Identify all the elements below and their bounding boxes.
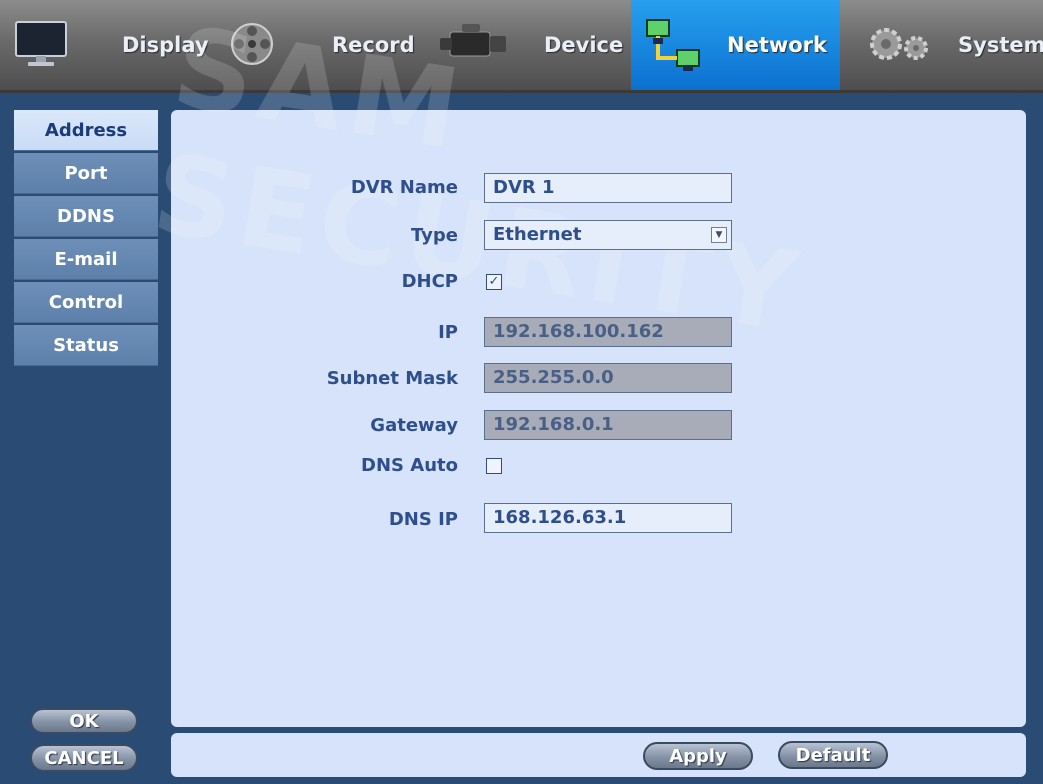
side-item-control[interactable]: Control	[14, 282, 158, 323]
gears-icon	[870, 28, 928, 60]
type-select[interactable]: Ethernet ▼	[484, 220, 732, 250]
subnet-mask-field: 255.255.0.0	[484, 363, 732, 393]
dns-ip-label: DNS IP	[388, 509, 458, 530]
footer-bar	[171, 733, 1026, 777]
ok-button-label: OK	[69, 710, 99, 732]
ip-label: IP	[438, 322, 458, 343]
tab-device[interactable]: Device	[428, 0, 631, 90]
tab-display[interactable]: Display	[0, 0, 218, 90]
side-item-email-label: E-mail	[54, 248, 118, 270]
top-tab-bar: Display Record Device Network System	[0, 0, 1043, 93]
tab-record-label: Record	[332, 33, 415, 57]
apply-button-label: Apply	[669, 745, 727, 767]
checkmark-icon: ✓	[488, 274, 500, 289]
side-item-status[interactable]: Status	[14, 325, 158, 366]
dhcp-label: DHCP	[401, 271, 458, 292]
film-reel-icon	[231, 23, 273, 65]
network-icon	[646, 19, 700, 71]
side-item-ddns-label: DDNS	[57, 205, 115, 227]
chevron-down-icon[interactable]: ▼	[711, 227, 727, 243]
cancel-button[interactable]: CANCEL	[30, 744, 138, 772]
gateway-field: 192.168.0.1	[484, 410, 732, 440]
gateway-label: Gateway	[370, 415, 458, 436]
side-item-status-label: Status	[53, 334, 119, 356]
tab-record[interactable]: Record	[218, 0, 428, 90]
side-item-port[interactable]: Port	[14, 153, 158, 194]
side-item-control-label: Control	[48, 291, 124, 313]
subnet-mask-label: Subnet Mask	[326, 368, 458, 389]
tab-system-label: System	[958, 33, 1043, 57]
tab-device-label: Device	[544, 33, 624, 57]
type-label: Type	[411, 225, 458, 246]
tab-system[interactable]: System	[840, 0, 1043, 90]
monitor-icon	[15, 21, 67, 66]
ip-field: 192.168.100.162	[484, 317, 732, 347]
dvr-name-field[interactable]: DVR 1	[484, 173, 732, 203]
tab-display-label: Display	[122, 33, 209, 57]
cancel-button-label: CANCEL	[44, 747, 124, 769]
dns-auto-label: DNS Auto	[361, 455, 458, 476]
side-item-address-label: Address	[44, 119, 128, 141]
tab-network-label: Network	[727, 33, 828, 57]
dns-ip-field[interactable]: 168.126.63.1	[484, 503, 732, 533]
side-item-port-label: Port	[64, 162, 108, 184]
default-button[interactable]: Default	[778, 741, 888, 769]
side-menu: Address Port DDNS E-mail Control Status	[14, 110, 158, 368]
camera-icon	[440, 24, 506, 57]
ok-button[interactable]: OK	[30, 708, 138, 734]
side-item-address[interactable]: Address	[14, 110, 158, 151]
tab-network[interactable]: Network	[631, 0, 840, 90]
dhcp-checkbox[interactable]: ✓	[486, 274, 502, 290]
type-select-value: Ethernet	[493, 224, 582, 245]
default-button-label: Default	[795, 744, 871, 766]
dvr-name-label: DVR Name	[350, 177, 458, 198]
apply-button[interactable]: Apply	[643, 742, 753, 770]
dns-auto-checkbox[interactable]	[486, 458, 502, 474]
side-item-email[interactable]: E-mail	[14, 239, 158, 280]
side-item-ddns[interactable]: DDNS	[14, 196, 158, 237]
